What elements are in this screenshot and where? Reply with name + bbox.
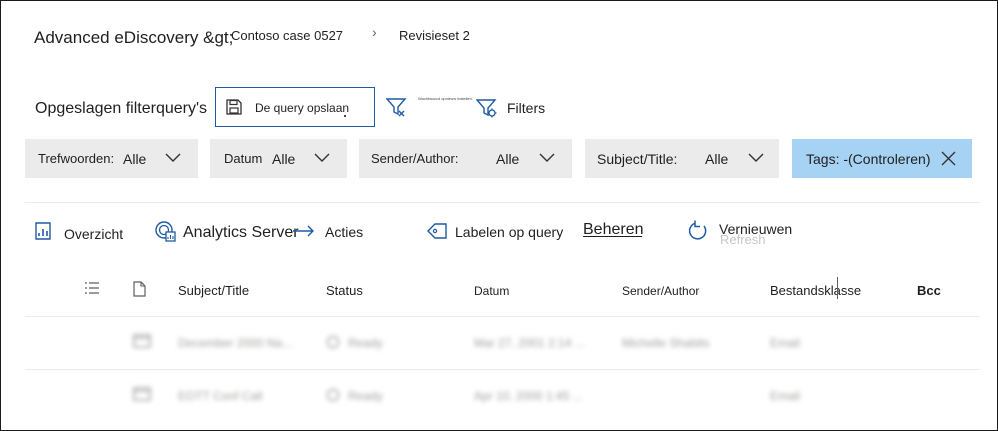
arrow-right-icon	[293, 225, 314, 237]
filter-date-key: Datum	[224, 151, 263, 166]
refresh-label: Vernieuwen	[719, 221, 793, 237]
overview-label: Overzicht	[64, 226, 124, 242]
tag-icon	[427, 223, 447, 239]
filter-tags[interactable]: Tags: -(Controleren)	[792, 139, 972, 178]
filter-date-value: Alle	[272, 151, 296, 167]
file-icon[interactable]	[133, 281, 146, 297]
row-subject: December 2000 Na...	[178, 336, 293, 350]
row-subject: EOTT Conf Call	[178, 389, 263, 403]
report-icon	[35, 222, 51, 240]
filter-subject-key: Subject/Title:	[597, 151, 678, 167]
chevron-down-icon	[314, 153, 330, 162]
save-icon	[226, 99, 242, 115]
filter-tags-value: Tags: -(Controleren)	[806, 151, 931, 167]
list-icon[interactable]	[84, 281, 100, 295]
cursor-mark	[344, 115, 346, 117]
column-header-file-class[interactable]: Bestandsklasse	[770, 283, 861, 298]
divider	[25, 202, 980, 203]
filters-button-label[interactable]: Filters	[507, 100, 545, 116]
chevron-down-icon	[539, 153, 555, 162]
breadcrumb-current: Revisieset 2	[399, 28, 470, 43]
save-query-button[interactable]: De query opslaan	[215, 87, 375, 127]
row-date: Mar 27, 2001 2:14 ...	[474, 336, 585, 350]
status-circle-icon	[326, 388, 340, 402]
filter-sender-value: Alle	[496, 151, 520, 167]
filter-keywords-key: Trefwoorden:	[38, 151, 115, 166]
row-status: Ready	[348, 336, 383, 350]
column-header-date[interactable]: Datum	[474, 284, 509, 298]
analytics-icon	[155, 221, 176, 242]
clear-filter-icon[interactable]	[386, 96, 408, 118]
filter-sender[interactable]: Sender/Author: Alle	[359, 139, 572, 178]
breadcrumb-root[interactable]: Advanced eDiscovery &gt;	[34, 28, 233, 48]
filter-keywords[interactable]: Trefwoorden: Alle	[25, 139, 198, 178]
row-status: Ready	[348, 389, 383, 403]
email-icon	[133, 387, 151, 401]
row-file-class: Email	[770, 389, 801, 403]
row-sender: Michelle Shabits	[622, 336, 710, 350]
table-row[interactable]: December 2000 Na... Ready Mar 27, 2001 2…	[0, 317, 998, 369]
filter-sender-key: Sender/Author:	[371, 151, 459, 166]
column-header-status[interactable]: Status	[326, 283, 363, 298]
column-header-sender[interactable]: Sender/Author	[622, 284, 699, 298]
column-header-bcc[interactable]: Bcc	[917, 283, 941, 298]
clear-keyword-label[interactable]: Wachtwoord opnieuw instellen	[418, 96, 472, 101]
refresh-icon	[688, 220, 707, 240]
breadcrumb-case[interactable]: Contoso case 0527	[231, 28, 343, 43]
column-header-subject[interactable]: Subject/Title	[178, 283, 249, 298]
close-icon[interactable]	[941, 151, 956, 166]
chevron-down-icon	[165, 153, 181, 162]
column-resize-handle[interactable]	[837, 277, 838, 299]
row-file-class: Email	[770, 336, 801, 350]
table-row[interactable]: EOTT Conf Call Ready Apr 10, 2000 1:45 .…	[0, 370, 998, 422]
row-date: Apr 10, 2000 1:45 ...	[474, 389, 583, 403]
status-circle-icon	[326, 335, 340, 349]
chevron-down-icon	[748, 153, 764, 162]
save-query-label: De query opslaan	[255, 101, 350, 115]
filter-subject[interactable]: Subject/Title: Alle	[585, 139, 779, 178]
manage-underline	[583, 236, 642, 237]
filter-date[interactable]: Datum Alle	[210, 139, 347, 178]
analytics-label: Analytics Server	[183, 224, 299, 241]
filters-icon[interactable]	[476, 97, 498, 119]
actions-label: Acties	[325, 224, 364, 240]
filter-keywords-value: Alle	[123, 151, 147, 167]
filter-subject-value: Alle	[705, 151, 729, 167]
label-query-label: Labelen op query	[455, 224, 564, 240]
saved-queries-label: Opgeslagen filterquery's	[35, 100, 208, 117]
breadcrumb-chevron-icon: ›	[372, 24, 377, 40]
email-icon	[133, 334, 151, 348]
